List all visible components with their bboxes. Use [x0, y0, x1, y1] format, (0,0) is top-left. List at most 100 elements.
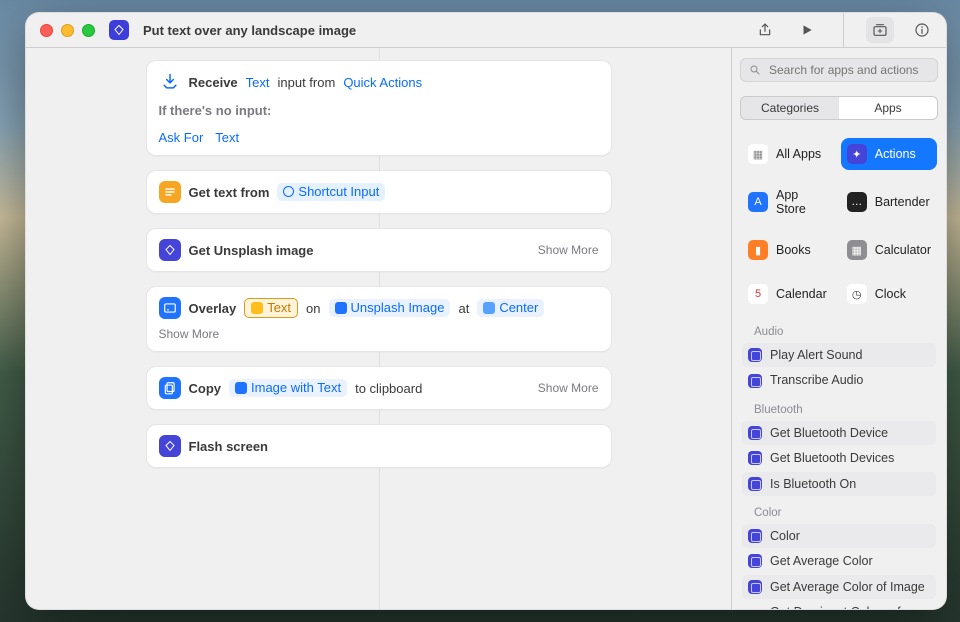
- info-button[interactable]: [908, 17, 936, 43]
- shortcut-app-icon: [109, 20, 129, 40]
- action-app-icon: [748, 451, 762, 465]
- action-item[interactable]: Transcribe Audio: [742, 368, 936, 392]
- app-label: Calculator: [875, 243, 931, 257]
- receive-middle: input from: [278, 75, 336, 90]
- unsplash-label: Get Unsplash image: [189, 243, 314, 258]
- action-label: Color: [770, 529, 800, 543]
- sidebar-app-calendar[interactable]: 5 Calendar: [742, 278, 833, 310]
- text-icon: [159, 181, 181, 203]
- unsplash-action-icon: [159, 239, 181, 261]
- action-label: Transcribe Audio: [770, 373, 863, 387]
- overlay-position-token[interactable]: Center: [477, 299, 544, 317]
- action-item[interactable]: Play Alert Sound: [742, 343, 936, 367]
- action-get-text[interactable]: Get text from Shortcut Input: [146, 170, 612, 214]
- copy-label: Copy: [189, 381, 222, 396]
- segment-categories[interactable]: Categories: [741, 97, 839, 119]
- app-label: App Store: [776, 188, 827, 216]
- overlay-icon: [159, 297, 181, 319]
- apps-grid: ▦All Apps ✦ Actions AApp Store…Bartender ▮ Bo…: [738, 130, 940, 316]
- sidebar-app-books[interactable]: ▮ Books: [742, 234, 833, 266]
- action-item[interactable]: Get Bluetooth Devices: [742, 446, 936, 470]
- action-item[interactable]: Is Bluetooth On: [742, 472, 936, 496]
- app-icon: ▮: [748, 240, 768, 260]
- app-icon: ◷: [847, 284, 867, 304]
- gettext-token[interactable]: Shortcut Input: [277, 183, 385, 201]
- app-label: Bartender: [875, 195, 930, 209]
- action-flash-screen[interactable]: Flash screen: [146, 424, 612, 468]
- ask-for-text[interactable]: Text: [215, 130, 239, 145]
- overlay-on: on: [306, 301, 320, 316]
- search-icon: [749, 64, 761, 76]
- receive-label: Receive: [189, 75, 238, 90]
- sidebar-app-bartender[interactable]: …Bartender: [841, 182, 937, 222]
- app-icon: ▦: [748, 144, 768, 164]
- sidebar-scroll[interactable]: ▦All Apps ✦ Actions AApp Store…Bartender ▮ Bo…: [732, 128, 946, 609]
- action-receive-input[interactable]: Receive Text input from Quick Actions If…: [146, 60, 612, 156]
- overlay-at: at: [458, 301, 469, 316]
- zoom-window-button[interactable]: [82, 24, 95, 37]
- app-label: Books: [776, 243, 811, 257]
- receive-icon: [159, 71, 181, 93]
- run-button[interactable]: [793, 17, 821, 43]
- copy-show-more[interactable]: Show More: [538, 381, 599, 395]
- overlay-image-token[interactable]: Unsplash Image: [329, 299, 451, 317]
- search-input[interactable]: [767, 62, 929, 78]
- share-button[interactable]: [751, 17, 779, 43]
- sidebar-app-actions[interactable]: ✦ Actions: [841, 138, 937, 170]
- minimize-window-button[interactable]: [61, 24, 74, 37]
- actions-library-sidebar: Categories Apps ▦All Apps ✦ Actions AApp St…: [731, 48, 946, 609]
- action-item[interactable]: Get Average Color of Image: [742, 575, 936, 599]
- actions-search[interactable]: [740, 58, 938, 82]
- copy-to: to clipboard: [355, 381, 422, 396]
- action-app-icon: [748, 348, 762, 362]
- action-label: Get Average Color of Image: [770, 580, 925, 594]
- sidebar-app-calculator[interactable]: ▦Calculator: [841, 234, 937, 266]
- flash-label: Flash screen: [189, 439, 269, 454]
- action-app-icon: [748, 529, 762, 543]
- section-title-color: Color: [738, 497, 940, 523]
- library-toggle-button[interactable]: [866, 17, 894, 43]
- copy-icon: [159, 377, 181, 399]
- action-item[interactable]: Color: [742, 524, 936, 548]
- toolbar-divider: [843, 13, 844, 47]
- action-copy[interactable]: Copy Image with Text to clipboard Show M…: [146, 366, 612, 410]
- app-label: Actions: [875, 147, 916, 161]
- overlay-text-token[interactable]: Text: [244, 298, 298, 318]
- action-app-icon: [748, 374, 762, 388]
- titlebar: Put text over any landscape image: [26, 13, 946, 48]
- action-overlay[interactable]: Overlay Text on Unsplash Image at Center…: [146, 286, 612, 352]
- workflow-editor[interactable]: Receive Text input from Quick Actions If…: [26, 48, 731, 609]
- app-icon: ✦: [847, 144, 867, 164]
- window-title: Put text over any landscape image: [143, 23, 356, 38]
- actions-sections: AudioPlay Alert Sound Transcribe Audio Blu…: [738, 316, 940, 609]
- action-item[interactable]: Get Average Color: [742, 549, 936, 573]
- action-app-icon: [748, 580, 762, 594]
- receive-type[interactable]: Text: [246, 75, 270, 90]
- action-get-unsplash[interactable]: Get Unsplash image Show More: [146, 228, 612, 272]
- action-item[interactable]: Get Dominant Colors of Image: [742, 600, 936, 609]
- close-window-button[interactable]: [40, 24, 53, 37]
- segment-apps[interactable]: Apps: [839, 97, 937, 119]
- app-icon: 5: [748, 284, 768, 304]
- sidebar-app-all-apps[interactable]: ▦All Apps: [742, 138, 833, 170]
- action-item[interactable]: Get Bluetooth Device: [742, 421, 936, 445]
- action-label: Is Bluetooth On: [770, 477, 856, 491]
- window-controls: [40, 24, 95, 37]
- sidebar-app-clock[interactable]: ◷Clock: [841, 278, 937, 310]
- flash-icon: [159, 435, 181, 457]
- sidebar-app-app-store[interactable]: AApp Store: [742, 182, 833, 222]
- action-label: Get Average Color: [770, 554, 873, 568]
- action-app-icon: [748, 554, 762, 568]
- copy-token[interactable]: Image with Text: [229, 379, 347, 397]
- app-label: Calendar: [776, 287, 827, 301]
- library-segmented-control[interactable]: Categories Apps: [740, 96, 938, 120]
- section-title-audio: Audio: [738, 316, 940, 342]
- ask-for-link[interactable]: Ask For: [159, 130, 204, 145]
- receive-source[interactable]: Quick Actions: [343, 75, 422, 90]
- overlay-show-more[interactable]: Show More: [159, 327, 220, 341]
- gettext-label: Get text from: [189, 185, 270, 200]
- no-input-header: If there's no input:: [147, 103, 611, 128]
- section-title-bluetooth: Bluetooth: [738, 394, 940, 420]
- action-app-icon: [748, 426, 762, 440]
- unsplash-show-more[interactable]: Show More: [538, 243, 599, 257]
